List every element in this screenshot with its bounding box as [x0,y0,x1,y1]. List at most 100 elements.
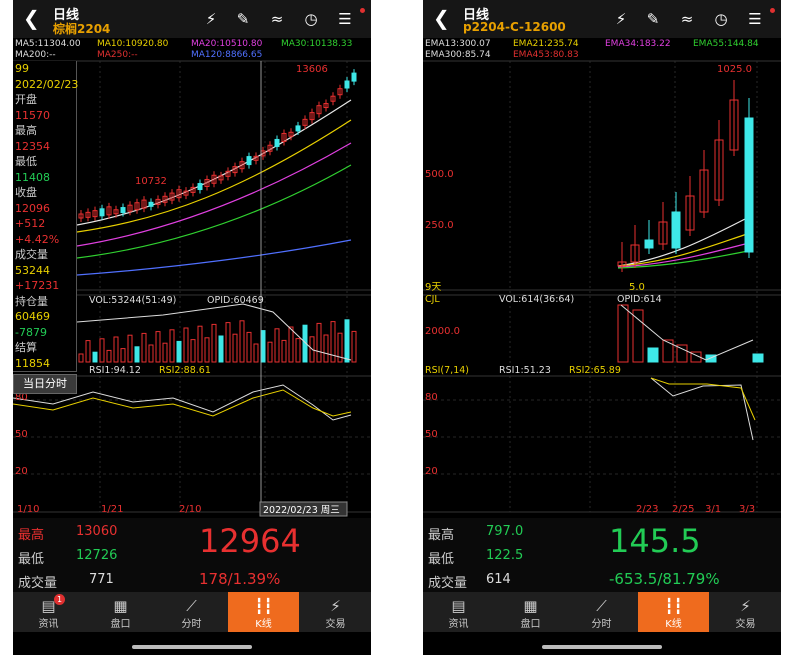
rsi-title: RSI(7,14) [425,365,469,376]
last-price: 145.5 [609,522,701,560]
info-label: 持仓量 [15,294,48,308]
volume-bar [288,326,294,363]
volume-bar [218,335,224,363]
timeshare-icon: ⟋ [186,597,197,615]
info-value: 53244 [15,263,50,277]
quote-summary: 最高 797.0 最低 122.5 成交量 614 145.5 -653.5/8… [423,518,781,592]
news-icon: ▤ [451,597,466,615]
chart-grid [423,60,781,513]
info-label: 成交量 [15,248,48,261]
info-label: 结算 [15,341,37,354]
tab-label: 分时 [591,619,612,630]
date-label: 2/10 [179,504,201,515]
cjl-label: CJL [425,294,440,305]
high-label: 最高 [18,528,45,543]
volume-bar [183,327,189,363]
candle [274,138,280,147]
volume-bar [113,336,119,363]
tab-timeshare[interactable]: ⟋ 分时 [566,592,637,632]
volume-value: 614 [486,572,511,587]
tab-kline[interactable]: ┇┇ K线 [228,592,299,632]
tab-news[interactable]: ▤ 资讯 [423,592,494,632]
tab-orderbook[interactable]: ▦ 盘口 [495,592,566,632]
volume-bar [295,338,301,363]
volume-bar [134,346,140,363]
volume-bar [344,319,350,363]
trade-icon: ⚡ [330,597,341,615]
volume-bar [239,320,245,363]
volume-bar [204,337,210,363]
low-value: 122.5 [486,548,524,563]
tab-trade[interactable]: ⚡ 交易 [710,592,781,632]
info-value: 99 [15,62,29,75]
info-value: 12354 [15,139,50,153]
info-value: 12096 [15,201,50,215]
info-value: 11854 [15,356,50,370]
rsi-axis-label: 50 [425,429,438,440]
candle [246,156,252,166]
volume-bar [351,330,357,363]
date-label: 2/25 [672,504,694,515]
home-indicator [132,645,252,649]
volume-bars [76,303,357,363]
tab-kline[interactable]: ┇┇ K线 [638,592,709,632]
volume-bar [106,349,112,363]
low-value: 12726 [76,548,118,563]
volume-bar [190,339,196,363]
orderbook-icon: ▦ [113,597,128,615]
candle [744,117,754,253]
low-price-label: 5.0 [629,282,645,293]
volume-bar [752,353,764,363]
volume-bar [169,329,175,363]
info-value: 11408 [15,170,50,184]
current-day-timeshare-button[interactable]: 当日分时 [13,374,77,394]
badge-count: 1 [54,594,65,605]
volume-bar [316,322,322,363]
bottom-navigation: ▤ 资讯 1 ▦ 盘口 ⟋ 分时 ┇┇ K线 ⚡ 交易 [13,592,371,632]
high-label: 最高 [428,528,455,543]
info-value: +4.42% [15,232,60,246]
rsi2-label: RSI2:65.89 [569,365,621,376]
low-label: 最低 [18,552,45,567]
open-interest-label: OPID:614 [617,294,662,305]
volume-bar [267,341,273,363]
tab-label: 盘口 [110,619,131,630]
rsi-axis-label: 20 [15,466,28,477]
volume-bar [281,339,287,363]
candlesticks [78,69,357,222]
tab-news[interactable]: ▤ 资讯 1 [13,592,84,632]
tab-timeshare[interactable]: ⟋ 分时 [156,592,227,632]
volume-bar [662,339,674,363]
volume-bar [260,330,266,363]
crosshair-date: 2022/02/23 周三 [263,505,340,516]
tab-orderbook[interactable]: ▦ 盘口 [85,592,156,632]
low-label: 最低 [428,552,455,567]
candle [671,211,681,249]
price-axis-label: 250.0 [425,220,454,231]
volume-bar [148,344,154,363]
info-label: 最低 [15,155,37,168]
info-label: 最高 [15,124,37,137]
rsi2-label: RSI2:88.61 [159,365,211,376]
volume-bar [78,353,84,363]
tab-trade[interactable]: ⚡ 交易 [300,592,371,632]
price-annotation: 10732 [135,176,167,187]
days-label: 9天 [425,282,441,293]
candle [197,183,203,191]
candle [120,207,126,214]
volume-label: 成交量 [428,576,468,591]
kline-chart[interactable]: 500.0 250.0 1025.0 5.0 9天 CJL VOL:614(36… [423,0,781,518]
kline-icon: ┇┇ [254,597,273,615]
rsi2-line [650,377,756,421]
info-date: 2022/02/23 [15,77,79,91]
date-label: 3/3 [739,504,755,515]
volume-bar [155,331,161,363]
info-value: 60469 [15,310,50,323]
volume-value: 771 [89,572,114,587]
candle [644,239,654,249]
volume-label: VOL:53244(51:49) [89,295,176,306]
info-value: 11570 [15,108,50,122]
price-change: -653.5/81.79% [609,570,720,588]
high-value: 13060 [76,524,118,539]
candlesticks [617,80,754,272]
